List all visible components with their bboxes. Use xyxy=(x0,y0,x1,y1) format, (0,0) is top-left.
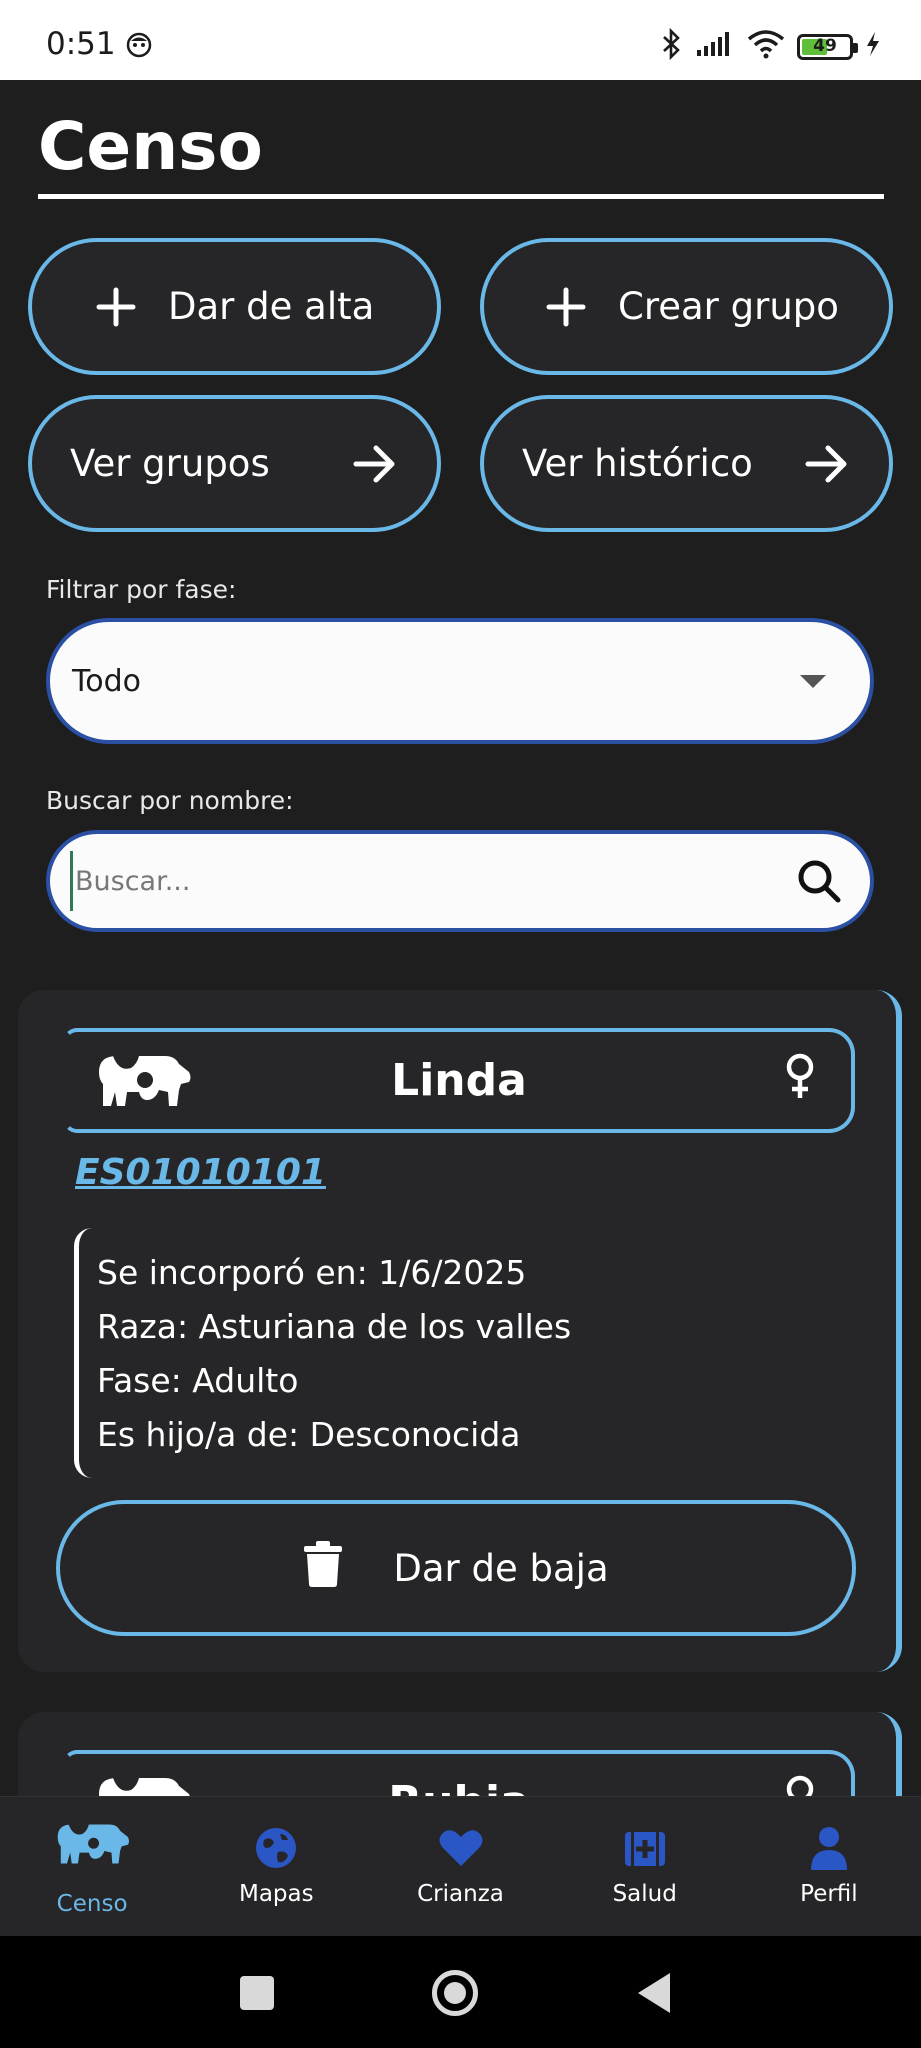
nav-item-mapas[interactable]: Mapas xyxy=(184,1797,368,1936)
create-group-button[interactable]: Crear grupo xyxy=(480,238,893,375)
back-button[interactable] xyxy=(638,1973,670,2013)
signal-icon xyxy=(695,30,735,63)
page-title: Censo xyxy=(38,108,263,185)
status-bar: 0:51 49 xyxy=(0,0,921,80)
nav-item-perfil[interactable]: Perfil xyxy=(737,1797,921,1936)
battery-level: 49 xyxy=(813,35,837,56)
nav-item-salud[interactable]: Salud xyxy=(553,1797,737,1936)
female-icon xyxy=(785,1052,815,1105)
view-groups-label: Ver grupos xyxy=(70,442,270,485)
animal-id-link[interactable]: ES01010101 xyxy=(75,1152,326,1193)
wifi-icon xyxy=(747,29,785,64)
breed: Raza: Asturiana de los valles xyxy=(97,1307,572,1346)
animal-details: Se incorporó en: 1/6/2025 Raza: Asturian… xyxy=(74,1228,844,1478)
arrow-right-icon xyxy=(805,444,849,484)
nav-item-crianza[interactable]: Crianza xyxy=(368,1797,552,1936)
nav-label-crianza: Crianza xyxy=(417,1881,504,1907)
phase-filter-value: Todo xyxy=(72,663,141,699)
search-field[interactable] xyxy=(46,830,874,932)
parent: Es hijo/a de: Desconocida xyxy=(97,1415,521,1454)
view-groups-button[interactable]: Ver grupos xyxy=(28,395,441,532)
plus-icon xyxy=(96,287,136,327)
phase: Fase: Adulto xyxy=(97,1361,299,1400)
home-button[interactable] xyxy=(432,1970,478,2016)
person-icon xyxy=(809,1821,849,1875)
recents-button[interactable] xyxy=(240,1976,274,2010)
nav-label-mapas: Mapas xyxy=(238,1881,314,1907)
globe-icon xyxy=(254,1821,298,1875)
dropdown-caret-icon xyxy=(800,674,826,688)
view-history-label: Ver histórico xyxy=(522,442,753,485)
notification-face-icon xyxy=(126,32,152,63)
search-input[interactable] xyxy=(70,851,796,911)
view-history-button[interactable]: Ver histórico xyxy=(480,395,893,532)
add-animal-label: Dar de alta xyxy=(168,285,375,328)
cow-icon xyxy=(53,1817,131,1871)
search-icon[interactable] xyxy=(796,858,842,904)
medkit-icon xyxy=(623,1821,667,1875)
create-group-label: Crear grupo xyxy=(618,285,839,328)
bottom-nav: Censo Mapas Crianza Salud Perfil xyxy=(0,1796,921,1936)
title-divider xyxy=(38,194,884,199)
search-label: Buscar por nombre: xyxy=(46,786,294,815)
joined-date: Se incorporó en: 1/6/2025 xyxy=(97,1253,527,1292)
status-time: 0:51 xyxy=(46,26,116,62)
nav-label-salud: Salud xyxy=(612,1881,677,1907)
arrow-right-icon xyxy=(353,444,397,484)
remove-animal-button[interactable]: Dar de baja xyxy=(56,1500,856,1636)
nav-label-perfil: Perfil xyxy=(800,1881,858,1907)
trash-icon xyxy=(303,1540,343,1597)
charging-icon xyxy=(865,31,881,62)
phase-filter-select[interactable]: Todo xyxy=(46,618,874,744)
plus-icon xyxy=(546,287,586,327)
remove-animal-label: Dar de baja xyxy=(393,1546,609,1590)
heart-icon xyxy=(438,1821,484,1875)
animal-card-header[interactable]: Linda xyxy=(63,1028,855,1133)
add-animal-button[interactable]: Dar de alta xyxy=(28,238,441,375)
nav-label-censo: Censo xyxy=(56,1891,128,1917)
battery-icon: 49 xyxy=(797,33,858,60)
phase-filter-label: Filtrar por fase: xyxy=(46,575,237,604)
animal-card: Linda ES01010101 Se incorporó en: 1/6/20… xyxy=(18,990,902,1672)
nav-item-censo[interactable]: Censo xyxy=(0,1797,184,1936)
cow-icon xyxy=(93,1050,193,1117)
bluetooth-icon xyxy=(661,27,683,65)
